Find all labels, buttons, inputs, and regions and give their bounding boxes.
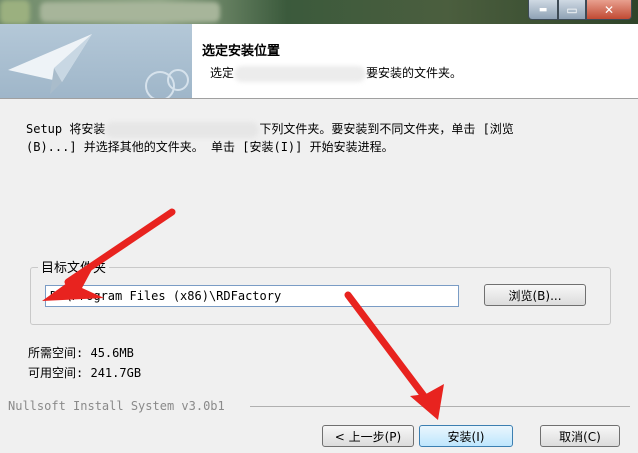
maximize-button[interactable]: ▭	[558, 0, 586, 20]
install-description: Setup 将安装 下列文件夹。要安装到不同文件夹，单击 [浏览 (B)...] …	[26, 120, 626, 156]
page-subtitle: 选定 要安装的文件夹。	[210, 64, 462, 82]
back-button[interactable]: < 上一步(P)	[322, 425, 414, 447]
close-button[interactable]: ✕	[586, 0, 632, 20]
install-button[interactable]: 安装(I)	[419, 425, 513, 447]
subtitle-suffix: 要安装的文件夹。	[366, 66, 463, 80]
minimize-button[interactable]: ▬	[528, 0, 558, 20]
app-icon	[0, 0, 30, 24]
paper-plane-icon	[8, 34, 189, 101]
window-title-redacted	[40, 2, 220, 22]
subtitle-prefix: 选定	[210, 66, 235, 80]
close-icon: ✕	[603, 2, 615, 17]
header-banner	[0, 24, 192, 101]
wizard-header: 选定安装位置 选定 要安装的文件夹。	[0, 24, 638, 101]
footer-divider	[250, 406, 630, 407]
browse-button[interactable]: 浏览(B)...	[484, 284, 586, 306]
redacted-app-name-2	[105, 121, 260, 138]
destination-path-input[interactable]	[45, 285, 459, 307]
desc-line1-suffix: 下列文件夹。要安装到不同文件夹，单击 [浏览	[259, 122, 514, 136]
redacted-app-name	[234, 65, 367, 82]
window-title-bar: ▬ ▭ ✕	[0, 0, 638, 24]
maximize-icon: ▭	[566, 2, 578, 17]
space-required-label: 所需空间:	[28, 346, 84, 360]
desc-line1-prefix: Setup 将安装	[26, 122, 106, 136]
space-available-label: 可用空间:	[28, 366, 84, 380]
space-available: 可用空间: 241.7GB	[28, 364, 141, 381]
desc-line2: (B)...] 并选择其他的文件夹。 单击 [安装(I)] 开始安装进程。	[26, 140, 394, 154]
space-required-value: 45.6MB	[90, 346, 134, 360]
destination-group-label: 目标文件夹	[38, 257, 110, 276]
nsis-branding: Nullsoft Install System v3.0b1	[8, 399, 225, 413]
minimize-icon: ▬	[538, 4, 548, 15]
space-available-value: 241.7GB	[90, 366, 142, 380]
cancel-button[interactable]: 取消(C)	[540, 425, 620, 447]
space-required: 所需空间: 45.6MB	[28, 344, 134, 361]
page-title: 选定安装位置	[202, 44, 281, 59]
